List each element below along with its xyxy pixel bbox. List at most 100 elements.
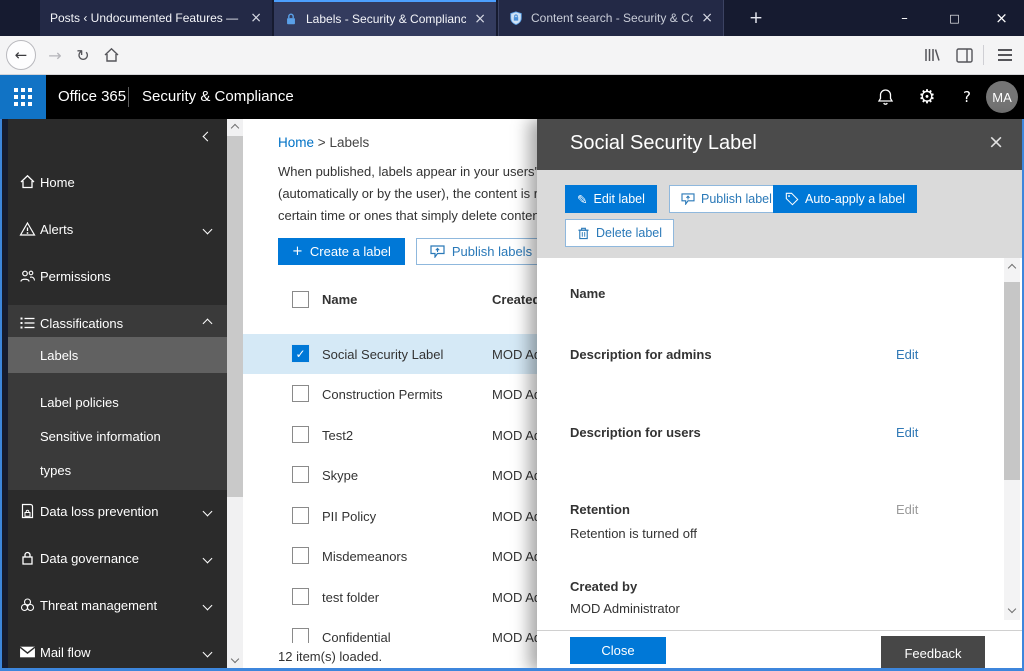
panel-scrollbar[interactable]: [1004, 258, 1020, 620]
sidebar-item-permissions[interactable]: Permissions: [8, 261, 227, 291]
edit-retention-link[interactable]: Edit: [896, 502, 918, 517]
window-edge-strip: [0, 119, 8, 671]
label-name: Social Security Label: [322, 347, 443, 362]
edit-desc-admins-link[interactable]: Edit: [896, 347, 918, 362]
sidebar-item-label: Sensitive information types: [40, 420, 190, 488]
sidebar-item-label: Alerts: [40, 222, 73, 237]
divider: [128, 87, 129, 107]
chevron-down-icon: [203, 600, 213, 610]
label-name: test folder: [322, 590, 379, 605]
sidebar-item-labels[interactable]: Labels: [8, 340, 227, 370]
browser-window: Posts ‹ Undocumented Features — × Labels…: [0, 0, 1024, 671]
library-icon: [923, 47, 941, 63]
sidebar-toggle-button[interactable]: [950, 36, 978, 74]
tab-content-search[interactable]: Content search - Security & Co ×: [498, 0, 724, 36]
sidebar-item-alerts[interactable]: Alerts: [8, 214, 227, 244]
window-close-button[interactable]: ×: [979, 0, 1024, 36]
row-checkbox[interactable]: [292, 466, 309, 483]
sidebar-item-classifications[interactable]: Classifications: [8, 308, 227, 338]
breadcrumb: Home > Labels: [278, 135, 369, 150]
feedback-button[interactable]: Feedback: [881, 636, 985, 671]
trash-icon: [577, 226, 590, 240]
sidebar-item-label: Labels: [40, 348, 78, 363]
tab-close-icon[interactable]: ×: [701, 10, 713, 26]
tag-icon: [785, 192, 799, 206]
settings-button[interactable]: ⚙: [910, 75, 944, 119]
close-panel-button[interactable]: Close: [570, 637, 666, 664]
panel-close-icon[interactable]: ×: [988, 131, 1004, 153]
scrollbar-thumb[interactable]: [1004, 282, 1020, 480]
lock-icon: [18, 549, 36, 567]
row-checkbox-checked[interactable]: ✓: [292, 345, 309, 362]
tab-close-icon[interactable]: ×: [250, 10, 262, 26]
label-name: Construction Permits: [322, 387, 443, 402]
window-maximize-button[interactable]: □: [932, 0, 977, 36]
scroll-down-icon[interactable]: [1008, 605, 1016, 613]
row-checkbox[interactable]: [292, 588, 309, 605]
create-label-button[interactable]: + Create a label: [278, 238, 405, 265]
publish-icon: [430, 245, 445, 258]
help-button[interactable]: ?: [950, 75, 984, 119]
plus-icon: +: [292, 244, 303, 259]
sidebar-item-home[interactable]: Home: [8, 167, 227, 197]
window-minimize-button[interactable]: –: [882, 0, 927, 36]
bell-icon: [877, 88, 894, 106]
menu-button[interactable]: [990, 36, 1020, 74]
row-checkbox[interactable]: [292, 385, 309, 402]
lock-favicon-icon: [284, 12, 298, 26]
office-365-brand[interactable]: Office 365: [58, 88, 126, 105]
breadcrumb-home-link[interactable]: Home: [278, 135, 314, 150]
sidebar-icon: [956, 48, 973, 63]
sidebar-item-label: Data loss prevention: [40, 504, 159, 519]
new-tab-button[interactable]: +: [738, 0, 774, 36]
panel-header: Social Security Label ×: [537, 119, 1024, 170]
panel-body: Name Description for admins Edit Descrip…: [537, 258, 1024, 630]
navigation-toolbar: ← → ↻ i https://protection.office.com/#/…: [0, 36, 1024, 75]
row-checkbox[interactable]: [292, 507, 309, 524]
tab-posts[interactable]: Posts ‹ Undocumented Features — ×: [40, 0, 272, 36]
list-icon: [18, 314, 36, 332]
collapse-nav-icon[interactable]: [203, 132, 213, 142]
scroll-down-icon[interactable]: [231, 655, 239, 663]
account-avatar[interactable]: MA: [986, 81, 1018, 113]
sidebar-item-sensitive-information-types[interactable]: Sensitive information types: [8, 422, 227, 486]
sidebar-item-label: Mail flow: [40, 645, 91, 660]
app-title: Security & Compliance: [142, 88, 294, 105]
back-button[interactable]: ←: [6, 40, 36, 70]
row-checkbox[interactable]: [292, 547, 309, 564]
library-button[interactable]: [918, 36, 946, 74]
app-launcher-button[interactable]: [0, 75, 46, 119]
chevron-down-icon: [203, 506, 213, 516]
sidebar-item-threat-management[interactable]: Threat management: [8, 590, 227, 620]
scroll-up-icon[interactable]: [231, 124, 239, 132]
notifications-button[interactable]: [868, 75, 902, 119]
forward-button[interactable]: →: [42, 36, 68, 74]
sidebar-item-data-loss-prevention[interactable]: Data loss prevention: [8, 496, 227, 526]
panel-title: Social Security Label: [570, 132, 757, 155]
publish-labels-button[interactable]: Publish labels: [416, 238, 546, 265]
delete-label-button[interactable]: Delete label: [565, 219, 674, 247]
edit-desc-users-link[interactable]: Edit: [896, 425, 918, 440]
row-checkbox[interactable]: [292, 426, 309, 443]
sidebar-item-data-governance[interactable]: Data governance: [8, 543, 227, 573]
sidebar-item-label-policies[interactable]: Label policies: [8, 387, 227, 417]
tab-close-icon[interactable]: ×: [474, 11, 486, 27]
page-scrollbar[interactable]: [227, 119, 243, 668]
scrollbar-thumb[interactable]: [227, 136, 243, 497]
tab-labels-active[interactable]: Labels - Security & Compliance ×: [274, 0, 496, 36]
sidebar-item-label: Classifications: [40, 316, 123, 331]
field-desc-admins-label: Description for admins: [570, 347, 712, 362]
tab-title: Content search - Security & Co: [531, 11, 693, 25]
edit-label-button[interactable]: ✎ Edit label: [565, 185, 657, 213]
sidebar-item-mail-flow[interactable]: Mail flow: [8, 637, 227, 667]
publish-icon: [681, 193, 695, 205]
reload-button[interactable]: ↻: [70, 36, 96, 74]
publish-label-button[interactable]: Publish label: [669, 185, 784, 213]
auto-apply-label-button[interactable]: Auto-apply a label: [773, 185, 917, 213]
panel-toolbar: ✎ Edit label Publish label Auto-apply: [537, 170, 1024, 258]
select-all-checkbox[interactable]: [292, 291, 309, 308]
column-header-name[interactable]: Name: [322, 292, 357, 307]
scroll-up-icon[interactable]: [1008, 264, 1016, 272]
home-button[interactable]: [98, 36, 124, 74]
people-icon: [18, 267, 36, 285]
